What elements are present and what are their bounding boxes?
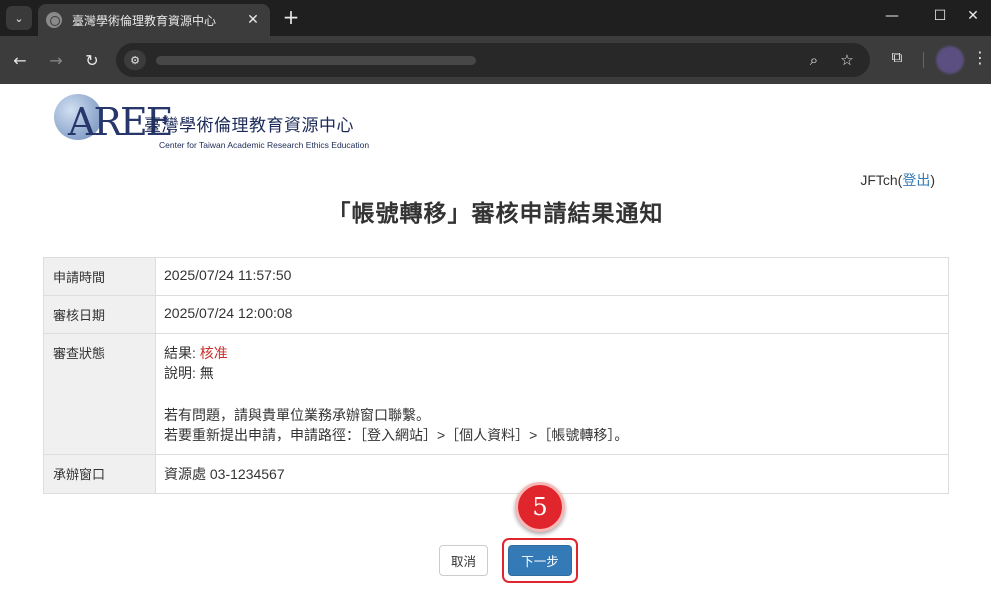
toolbar-divider xyxy=(923,52,924,68)
row-label-review-status: 審查狀態 xyxy=(43,333,156,455)
row-label-apply-time: 申請時間 xyxy=(43,257,156,296)
status-result-line: 結果: 核准 xyxy=(164,343,940,363)
cancel-button[interactable]: 取消 xyxy=(439,545,488,576)
logout-link[interactable]: 登出 xyxy=(902,172,930,188)
close-tab-icon[interactable]: ✕ xyxy=(244,12,262,28)
minimize-icon[interactable]: — xyxy=(882,8,902,24)
status-note-line: 說明: 無 xyxy=(164,363,940,383)
review-date-value: 2025/07/24 12:00:08 xyxy=(155,295,949,334)
page-content: AREE 臺灣學術倫理教育資源中心 Center for Taiwan Acad… xyxy=(0,84,991,594)
address-bar[interactable]: ⚙ ⌕ ☆ xyxy=(116,43,870,77)
site-info-icon[interactable]: ⚙ xyxy=(124,50,146,70)
globe-icon xyxy=(46,12,62,28)
browser-tab-bar: ⌄ 臺灣學術倫理教育資源中心 ✕ + — ☐ ✕ xyxy=(0,0,991,36)
step-number-badge: 5 xyxy=(515,482,565,532)
table-row: 申請時間 2025/07/24 11:57:50 xyxy=(43,257,949,296)
browser-toolbar: ← → ↻ ⚙ ⌕ ☆ ⧉ ⋮ xyxy=(0,36,991,84)
table-row: 審核日期 2025/07/24 12:00:08 xyxy=(43,295,949,334)
new-tab-plus-icon[interactable]: + xyxy=(280,6,302,28)
back-arrow-icon[interactable]: ← xyxy=(8,48,32,72)
browser-menu-icon[interactable]: ⋮ xyxy=(972,48,988,67)
review-result-table: 申請時間 2025/07/24 11:57:50 審核日期 2025/07/24… xyxy=(43,257,949,494)
page-title: 「帳號轉移」審核申請結果通知 xyxy=(327,201,664,227)
maximize-icon[interactable]: ☐ xyxy=(930,8,950,24)
table-row: 審查狀態 結果: 核准 說明: 無 若有問題，請與貴單位業務承辦窗口聯繫。 若要… xyxy=(43,333,949,455)
table-row: 承辦窗口 資源處 03-1234567 xyxy=(43,454,949,494)
bookmark-star-icon[interactable]: ☆ xyxy=(837,51,857,69)
logo-chinese-name: 臺灣學術倫理教育資源中心 xyxy=(144,116,354,136)
result-prefix: 結果: xyxy=(164,345,200,361)
help-text-contact: 若有問題，請與貴單位業務承辦窗口聯繫。 xyxy=(164,407,430,423)
extensions-puzzle-icon[interactable]: ⧉ xyxy=(886,48,908,70)
help-text-reapply-path: 若要重新提出申請，申請路徑：［登入網站］>［個人資料］>［帳號轉移］。 xyxy=(164,427,629,443)
logo-english-name: Center for Taiwan Academic Research Ethi… xyxy=(159,140,370,150)
site-logo[interactable]: AREE 臺灣學術倫理教育資源中心 Center for Taiwan Acad… xyxy=(52,92,382,152)
tab-list-chevron-icon[interactable]: ⌄ xyxy=(6,6,32,30)
profile-avatar[interactable] xyxy=(936,46,964,74)
user-info: JFTch(登出) xyxy=(860,172,935,188)
status-badge: 核准 xyxy=(199,345,228,361)
url-text-blurred xyxy=(156,56,476,65)
tab-title: 臺灣學術倫理教育資源中心 xyxy=(72,13,217,28)
username: JFTch xyxy=(860,172,898,188)
note-value: 無 xyxy=(199,365,214,381)
row-label-contact: 承辦窗口 xyxy=(43,454,156,494)
zoom-icon[interactable]: ⌕ xyxy=(804,51,824,69)
window-close-icon[interactable]: ✕ xyxy=(963,8,983,24)
apply-time-value: 2025/07/24 11:57:50 xyxy=(155,257,949,296)
note-prefix: 說明: xyxy=(164,365,200,381)
next-step-button[interactable]: 下一步 xyxy=(508,545,572,576)
browser-tab[interactable]: 臺灣學術倫理教育資源中心 ✕ xyxy=(38,4,270,36)
reload-icon[interactable]: ↻ xyxy=(80,48,104,72)
forward-arrow-icon[interactable]: → xyxy=(44,48,68,72)
row-label-review-date: 審核日期 xyxy=(43,295,156,334)
review-status-cell: 結果: 核准 說明: 無 若有問題，請與貴單位業務承辦窗口聯繫。 若要重新提出申… xyxy=(155,333,949,455)
